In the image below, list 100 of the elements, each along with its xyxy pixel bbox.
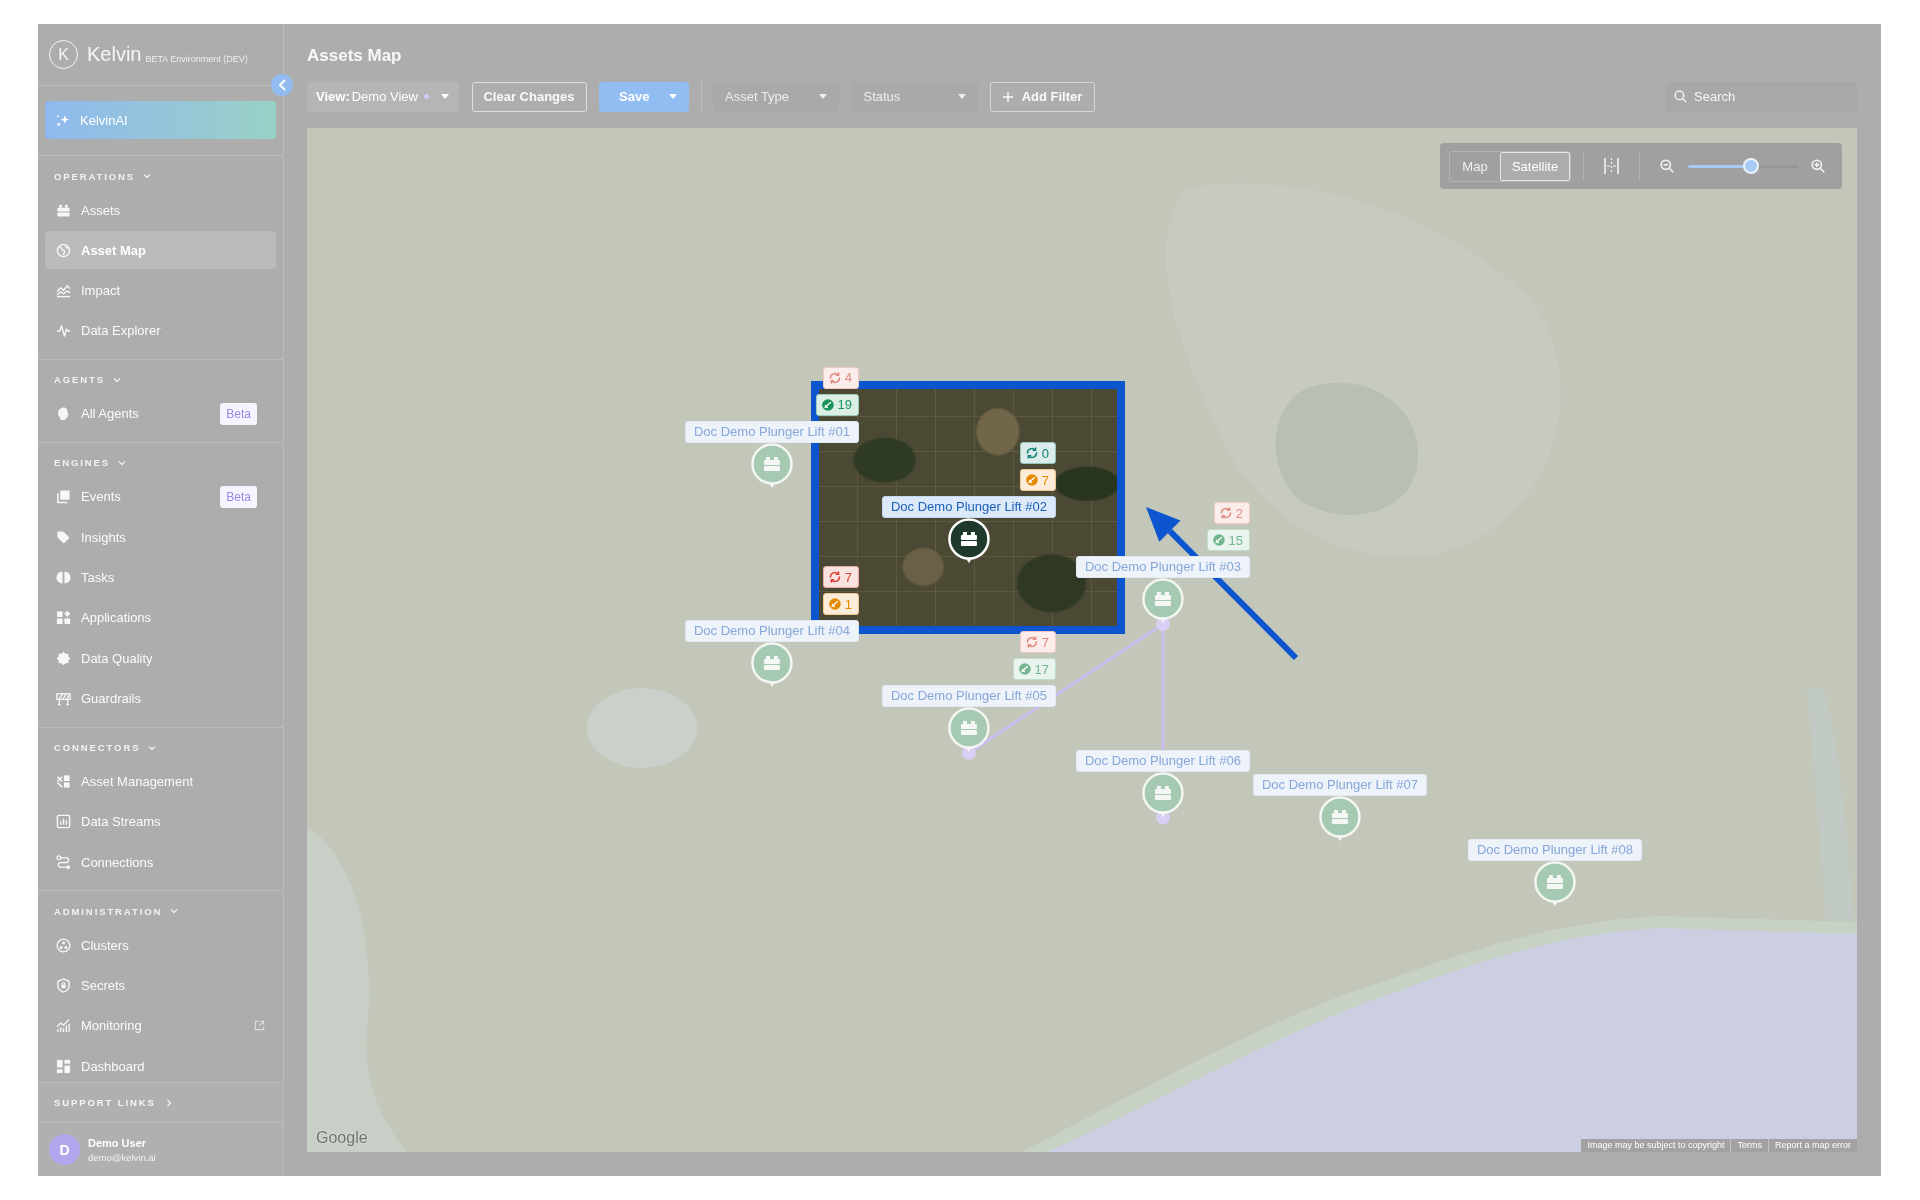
count-value: 1 xyxy=(844,596,853,612)
page-title: Assets Map xyxy=(307,46,403,66)
nav-item[interactable]: Guardrails xyxy=(45,679,276,718)
kelvin-ai-button[interactable]: KelvinAI xyxy=(45,101,276,139)
count-badge[interactable]: 15 xyxy=(1206,529,1251,551)
tag-icon xyxy=(56,529,71,545)
nav-item[interactable]: Insights xyxy=(45,518,276,557)
cards-icon xyxy=(56,489,71,505)
section-header[interactable]: AGENTS xyxy=(45,372,122,388)
section-header[interactable]: ADMINISTRATION xyxy=(45,903,180,920)
search-icon xyxy=(1674,90,1687,103)
asset-name[interactable]: Doc Demo Plunger Lift #05 xyxy=(881,685,1057,707)
count-badge[interactable]: 7 xyxy=(1019,631,1057,653)
count-value: 15 xyxy=(1228,532,1244,548)
nav-item[interactable]: Dashboard xyxy=(45,1047,276,1082)
map-pin-icon[interactable] xyxy=(948,518,990,564)
map-type-tab[interactable]: Satellite xyxy=(1500,151,1570,181)
asset-name[interactable]: Doc Demo Plunger Lift #01 xyxy=(684,420,860,443)
plus-icon xyxy=(1002,91,1013,102)
head-icon xyxy=(56,406,71,422)
asset-name[interactable]: Doc Demo Plunger Lift #06 xyxy=(1075,749,1251,772)
dashboard-icon xyxy=(56,1058,71,1074)
asset-name[interactable]: Doc Demo Plunger Lift #03 xyxy=(1075,556,1251,578)
seal-icon xyxy=(56,650,71,666)
save-button[interactable]: Save xyxy=(599,82,689,112)
logo-wordmark: Kelvin xyxy=(87,43,142,66)
user-avatar[interactable]: D xyxy=(49,1134,80,1165)
bar-chart-icon xyxy=(56,814,71,830)
map-type-tab[interactable]: Map xyxy=(1450,151,1500,181)
area-chart-icon xyxy=(56,283,71,299)
briefcase-icon xyxy=(56,202,71,218)
slider-thumb[interactable] xyxy=(1743,158,1760,174)
sparkle-icon xyxy=(55,112,70,128)
google-logo: Google xyxy=(316,1129,368,1147)
beta-badge: Beta xyxy=(220,486,257,508)
copyright-notice: Image may be subject to copyright xyxy=(1586,1139,1726,1152)
count-value: 2 xyxy=(1235,505,1244,521)
barrier-icon xyxy=(56,691,71,707)
shield-icon xyxy=(56,978,71,994)
caret-icon xyxy=(957,94,966,100)
zoom-out-icon[interactable] xyxy=(1660,159,1674,173)
split-circle-icon xyxy=(56,570,71,586)
nav-item[interactable]: Asset Map xyxy=(45,231,276,270)
globe-icon xyxy=(56,242,71,258)
nav-item[interactable]: All Agents Beta xyxy=(45,395,276,433)
asset-name[interactable]: Doc Demo Plunger Lift #08 xyxy=(1467,839,1643,861)
count-badge[interactable]: 2 xyxy=(1213,502,1251,524)
add-filter-button[interactable]: Add Filter xyxy=(990,82,1095,112)
apps-icon xyxy=(56,610,71,626)
count-value: 17 xyxy=(1034,661,1050,677)
count-value: 7 xyxy=(844,569,853,585)
nav-item[interactable]: Data Streams xyxy=(45,802,276,841)
clear-changes-button[interactable]: Clear Changes xyxy=(471,82,587,112)
environment-label: BETA Environment (DEV) xyxy=(145,54,248,64)
nav-item[interactable]: Assets xyxy=(45,191,276,229)
nav-item[interactable]: Connections xyxy=(45,843,276,882)
line-chart-icon xyxy=(56,1018,71,1034)
nav-item[interactable]: Tasks xyxy=(45,558,276,597)
count-value: 0 xyxy=(1041,445,1050,461)
asset-name[interactable]: Doc Demo Plunger Lift #07 xyxy=(1252,774,1428,796)
report-link[interactable]: Report a map error xyxy=(1767,1139,1857,1152)
collapse-button[interactable] xyxy=(271,74,293,96)
count-value: 19 xyxy=(837,397,853,412)
terms-link[interactable]: Terms xyxy=(1730,1139,1768,1152)
nav-item[interactable]: Impact xyxy=(45,271,276,310)
nav-item[interactable]: Asset Management xyxy=(45,762,276,801)
nav-item[interactable]: Clusters xyxy=(45,926,276,965)
section-header[interactable]: OPERATIONS xyxy=(45,168,153,184)
blocks-icon xyxy=(56,774,71,790)
cluster-icon xyxy=(56,937,71,953)
nav-item[interactable]: Monitoring xyxy=(45,1006,276,1045)
section-header[interactable]: ENGINES xyxy=(45,455,128,471)
caret-icon xyxy=(441,94,449,100)
view-select[interactable]: View:Demo View xyxy=(307,82,459,112)
count-badge[interactable]: 0 xyxy=(1019,442,1057,464)
nav-item[interactable]: Data Quality xyxy=(45,639,276,678)
zoom-in-icon[interactable] xyxy=(1811,159,1825,173)
user-name: Demo User xyxy=(88,1136,148,1149)
user-email: demo@kelvin.ai xyxy=(88,1151,156,1163)
count-badge[interactable]: 19 xyxy=(815,393,860,416)
count-badge[interactable]: 7 xyxy=(822,566,860,588)
count-value: 7 xyxy=(1041,634,1050,650)
section-header[interactable]: CONNECTORS xyxy=(45,739,158,756)
count-badge[interactable]: 7 xyxy=(1019,469,1057,491)
asset-name[interactable]: Doc Demo Plunger Lift #02 xyxy=(881,496,1057,518)
count-badge[interactable]: 1 xyxy=(822,593,860,615)
search-field[interactable]: Search xyxy=(1665,82,1857,112)
route-icon xyxy=(56,854,71,870)
nav-item[interactable]: Applications xyxy=(45,598,276,637)
caret-icon xyxy=(669,94,677,100)
nav-item[interactable]: Events Beta xyxy=(45,478,276,516)
count-badge[interactable]: 17 xyxy=(1012,658,1057,680)
caret-icon xyxy=(819,94,827,100)
pulse-icon xyxy=(56,323,71,339)
chevron-left-icon xyxy=(278,79,286,91)
split-columns-icon[interactable] xyxy=(1604,157,1619,175)
nav-item[interactable]: Secrets xyxy=(45,966,276,1005)
asset-name[interactable]: Doc Demo Plunger Lift #04 xyxy=(684,620,860,642)
nav-item[interactable]: Data Explorer xyxy=(45,312,276,350)
count-value: 4 xyxy=(844,370,853,385)
